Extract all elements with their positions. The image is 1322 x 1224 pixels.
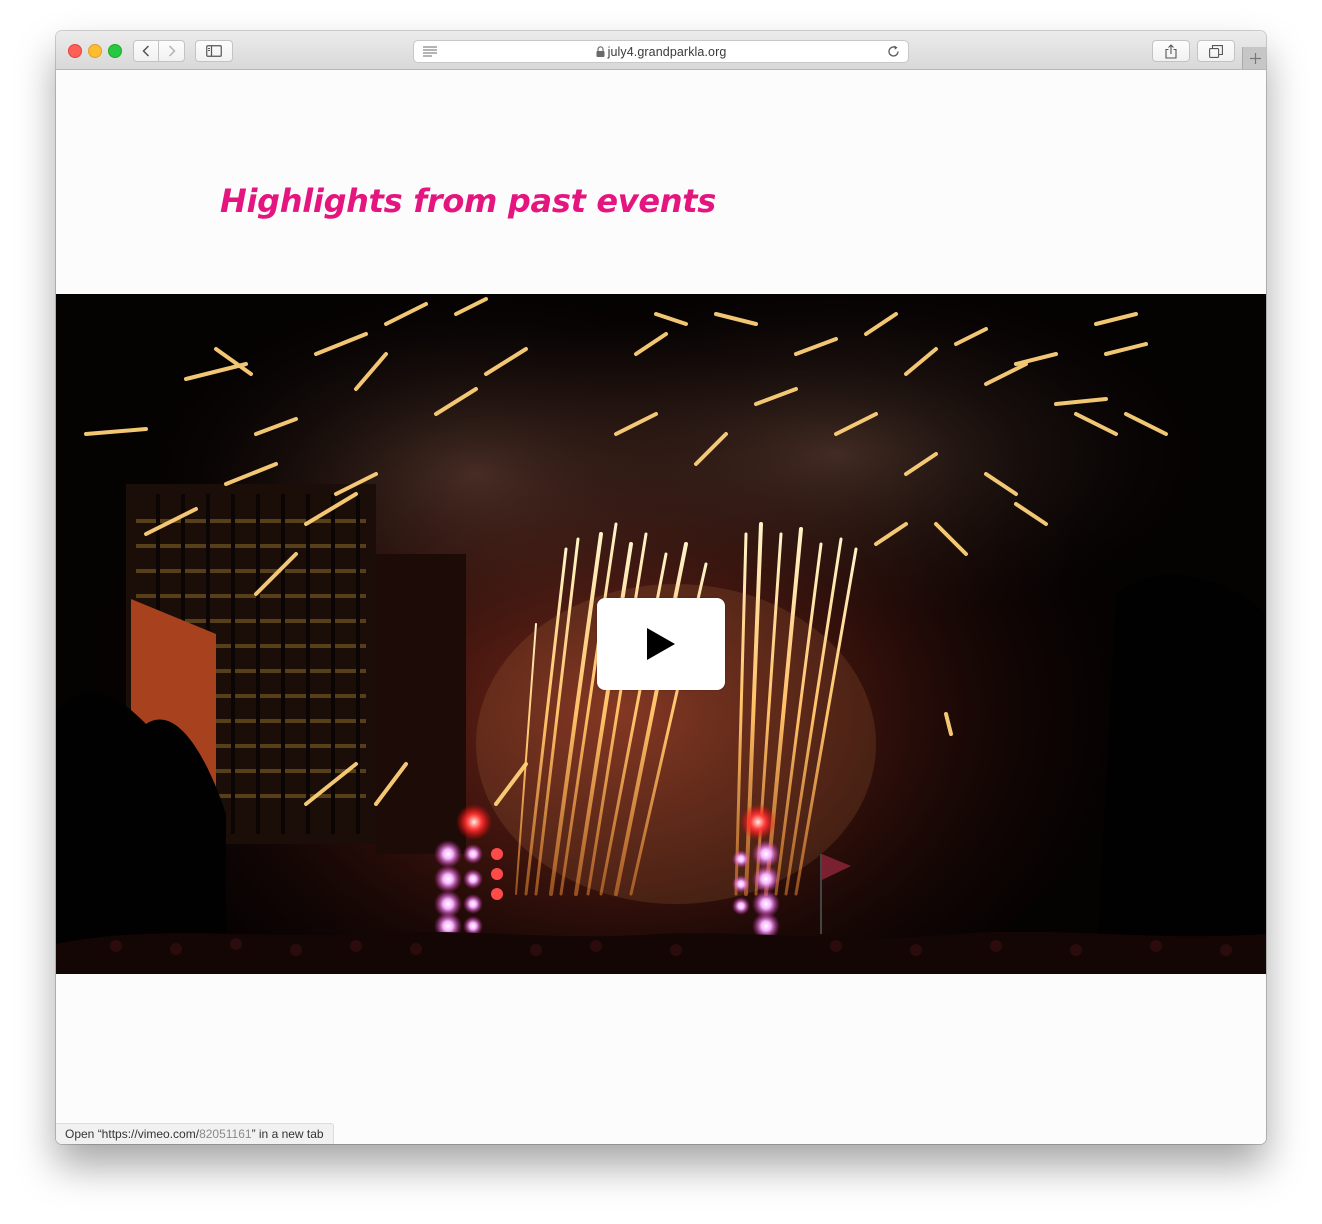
url-text-container: july4.grandparkla.org: [414, 45, 908, 59]
show-all-tabs-button[interactable]: [1197, 40, 1235, 62]
lock-icon: [596, 46, 605, 57]
chevron-right-icon: [168, 45, 176, 57]
minimize-window-button[interactable]: [88, 44, 102, 58]
status-video-id: 82051161: [199, 1127, 252, 1141]
navigation-buttons: [133, 40, 185, 62]
link-status-bar: Open “https://vimeo.com/82051161” in a n…: [56, 1123, 334, 1144]
play-button[interactable]: [597, 598, 725, 690]
browser-window: july4.grandparkla.org Highlights from pa…: [56, 31, 1266, 1144]
page-content: Highlights from past events Open “https:…: [56, 70, 1266, 1144]
forward-button[interactable]: [158, 40, 185, 62]
tabs-overview-icon: [1209, 44, 1223, 58]
zoom-window-button[interactable]: [108, 44, 122, 58]
status-suffix: ” in a new tab: [251, 1127, 324, 1141]
sidebar-icon: [206, 45, 222, 57]
video-player[interactable]: [56, 294, 1266, 974]
chevron-left-icon: [142, 45, 150, 57]
status-prefix: Open “https://vimeo.com/: [65, 1127, 200, 1141]
reload-icon[interactable]: [887, 45, 900, 58]
play-icon: [647, 628, 675, 660]
new-tab-button[interactable]: [1242, 47, 1266, 69]
url-text: july4.grandparkla.org: [607, 45, 727, 59]
sidebar-toggle-button[interactable]: [195, 40, 233, 62]
share-icon: [1165, 43, 1177, 59]
address-bar[interactable]: july4.grandparkla.org: [413, 40, 909, 63]
back-button[interactable]: [133, 40, 159, 62]
plus-icon: [1249, 52, 1261, 64]
close-window-button[interactable]: [68, 44, 82, 58]
section-heading: Highlights from past events: [220, 182, 716, 220]
share-button[interactable]: [1152, 40, 1190, 62]
browser-toolbar: july4.grandparkla.org: [56, 31, 1266, 70]
